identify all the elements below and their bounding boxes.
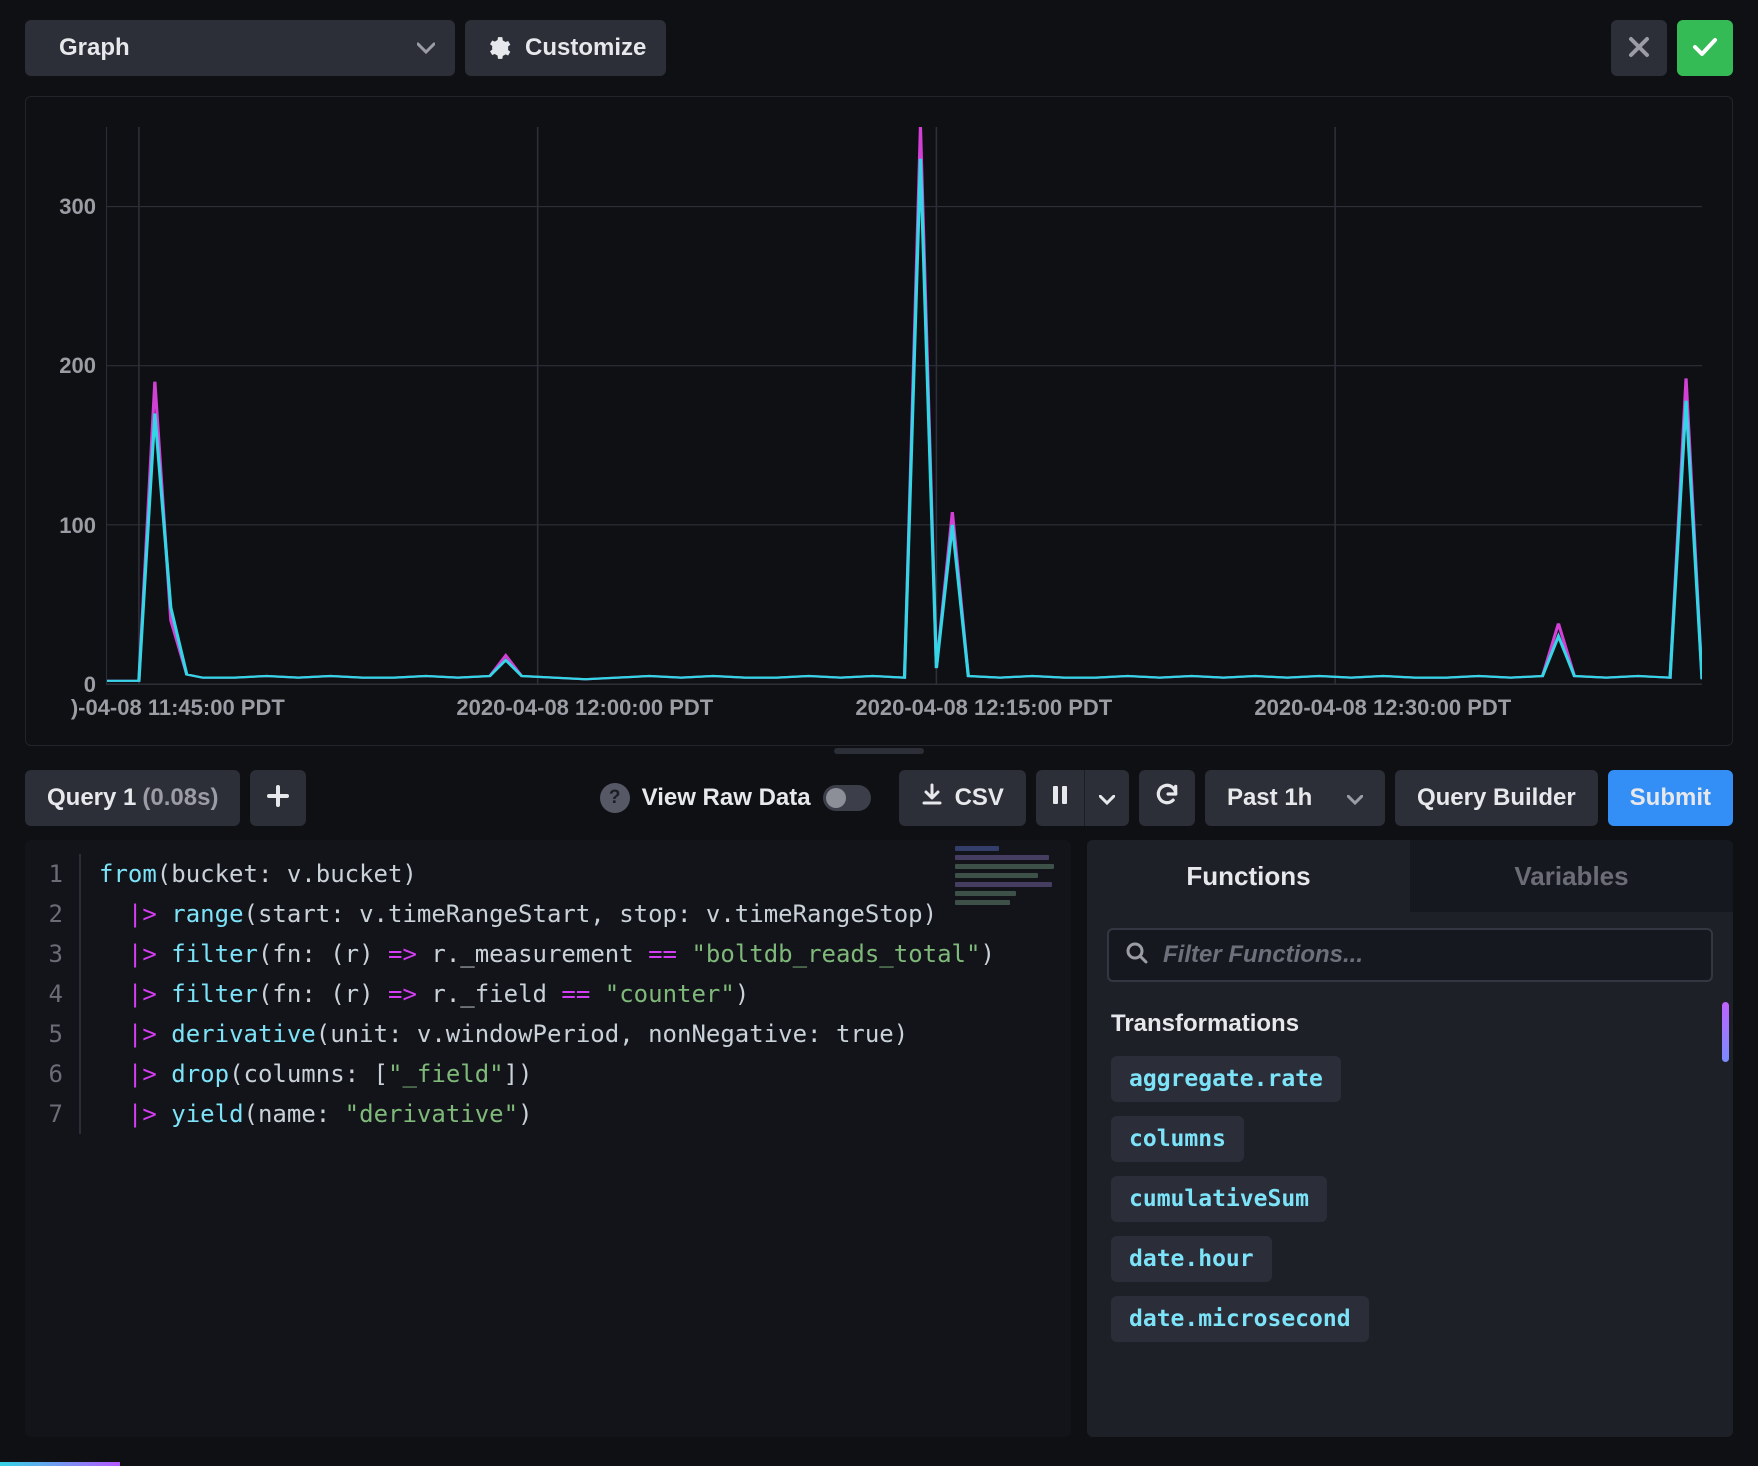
functions-body: Transformations aggregate.rate columns cum… [1087, 912, 1733, 1437]
function-item[interactable]: date.microsecond [1111, 1296, 1369, 1342]
function-item[interactable]: aggregate.rate [1111, 1056, 1341, 1102]
help-icon[interactable]: ? [600, 783, 630, 813]
x-axis: )-04-08 11:45:00 PDT 2020-04-08 12:00:00 … [56, 685, 1702, 725]
functions-search[interactable] [1107, 928, 1713, 982]
tab-variables[interactable]: Variables [1410, 840, 1733, 912]
csv-button[interactable]: CSV [899, 770, 1026, 826]
gear-icon [485, 35, 511, 61]
view-raw-label: View Raw Data [642, 784, 811, 812]
function-item[interactable]: cumulativeSum [1111, 1176, 1327, 1222]
line-number: 7 [25, 1094, 81, 1134]
code-line: |> drop(columns: ["_field"]) [99, 1054, 1071, 1094]
function-item[interactable]: columns [1111, 1116, 1244, 1162]
chevron-down-icon [1099, 784, 1115, 812]
code-line: |> filter(fn: (r) => r._field == "counte… [99, 974, 1071, 1014]
search-icon [1125, 941, 1149, 970]
view-raw-toggle-group: ? View Raw Data [600, 783, 871, 813]
code-line: |> range(start: v.timeRangeStart, stop: … [99, 894, 1071, 934]
code-line: |> yield(name: "derivative") [99, 1094, 1071, 1134]
resize-handle[interactable] [0, 746, 1758, 756]
pause-icon [1052, 784, 1068, 812]
function-item[interactable]: date.hour [1111, 1236, 1272, 1282]
query-tab[interactable]: Query 1 (0.08s) [25, 770, 240, 826]
functions-panel: Functions Variables Transformations aggr… [1087, 840, 1733, 1437]
time-range-label: Past 1h [1227, 784, 1312, 812]
tab-variables-label: Variables [1514, 861, 1628, 892]
functions-search-input[interactable] [1163, 941, 1695, 969]
tab-functions[interactable]: Functions [1087, 840, 1410, 912]
visualization-type-label: Graph [59, 34, 130, 62]
x-tick: 2020-04-08 12:30:00 PDT [1254, 695, 1511, 721]
auto-refresh-dropdown[interactable] [1084, 770, 1129, 826]
chart-area: 0100200300 [56, 127, 1702, 685]
code-content[interactable]: from(bucket: v.bucket) |> range(start: v… [81, 840, 1071, 1437]
query-builder-label: Query Builder [1417, 784, 1576, 812]
x-tick: 2020-04-08 12:15:00 PDT [855, 695, 1112, 721]
minimap[interactable] [955, 846, 1065, 936]
refresh-icon [1154, 781, 1180, 815]
editor-top-bar: Graph Customize [0, 0, 1758, 86]
side-tabs: Functions Variables [1087, 840, 1733, 912]
view-raw-toggle[interactable] [823, 785, 871, 811]
code-editor[interactable]: 1234567 from(bucket: v.bucket) |> range(… [25, 840, 1071, 1437]
plus-icon [267, 781, 289, 815]
line-number: 1 [25, 854, 81, 894]
customize-label: Customize [525, 34, 646, 62]
refresh-button[interactable] [1139, 770, 1195, 826]
time-range-dropdown[interactable]: Past 1h [1205, 770, 1385, 826]
line-number: 3 [25, 934, 81, 974]
customize-button[interactable]: Customize [465, 20, 666, 76]
x-tick: )-04-08 11:45:00 PDT [71, 695, 285, 721]
chevron-down-icon [1347, 784, 1363, 812]
line-number: 5 [25, 1014, 81, 1054]
add-query-button[interactable] [250, 770, 306, 826]
y-tick: 200 [59, 353, 96, 379]
line-number: 2 [25, 894, 81, 934]
query-toolbar: Query 1 (0.08s) ? View Raw Data CSV [0, 756, 1758, 840]
tab-functions-label: Functions [1186, 861, 1310, 892]
submit-button[interactable]: Submit [1608, 770, 1733, 826]
chart-panel: 0100200300 )-04-08 11:45:00 PDT2020-04-0… [25, 96, 1733, 746]
section-title: Transformations [1111, 1010, 1709, 1038]
check-icon [1692, 36, 1718, 61]
y-tick: 100 [59, 513, 96, 539]
submit-label: Submit [1630, 784, 1711, 812]
code-line: |> derivative(unit: v.windowPeriod, nonN… [99, 1014, 1071, 1054]
auto-refresh-control [1036, 770, 1129, 826]
cancel-button[interactable] [1611, 20, 1667, 76]
y-axis: 0100200300 [56, 127, 106, 685]
query-tab-name: Query 1 [47, 784, 136, 812]
csv-label: CSV [955, 784, 1004, 812]
line-number: 4 [25, 974, 81, 1014]
editor-row: 1234567 from(bucket: v.bucket) |> range(… [0, 840, 1758, 1462]
function-list: aggregate.rate columns cumulativeSum date.h… [1107, 1056, 1713, 1342]
chevron-down-icon [417, 42, 435, 54]
code-line: |> filter(fn: (r) => r._measurement == "… [99, 934, 1071, 974]
visualization-type-dropdown[interactable]: Graph [25, 20, 455, 76]
plot[interactable] [106, 127, 1702, 685]
query-tab-time: (0.08s) [142, 784, 218, 812]
confirm-button[interactable] [1677, 20, 1733, 76]
x-tick: 2020-04-08 12:00:00 PDT [456, 695, 713, 721]
bottom-accent [0, 1462, 120, 1466]
code-line: from(bucket: v.bucket) [99, 854, 1071, 894]
plot-svg [107, 127, 1702, 684]
close-icon [1628, 36, 1650, 61]
scrollbar[interactable] [1722, 1002, 1729, 1062]
query-builder-button[interactable]: Query Builder [1395, 770, 1598, 826]
line-number: 6 [25, 1054, 81, 1094]
download-icon [921, 783, 943, 814]
pause-button[interactable] [1036, 770, 1084, 826]
line-gutter: 1234567 [25, 840, 81, 1437]
y-tick: 300 [59, 194, 96, 220]
